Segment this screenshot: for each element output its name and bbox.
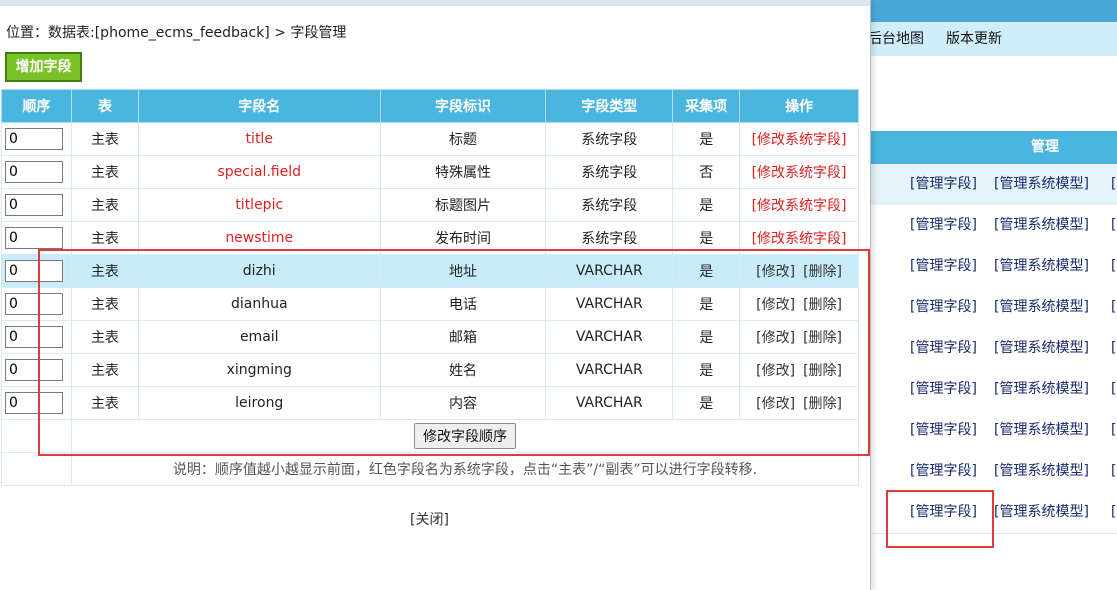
table-row: 主表 title 标题 系统字段 是 [修改系统字段] [1, 122, 859, 156]
manage-system-model-link[interactable]: [管理系统模型] [994, 451, 1089, 492]
order-input[interactable] [5, 161, 63, 183]
table-cell[interactable]: 主表 [70, 155, 139, 189]
field-name-cell: titlepic [137, 188, 381, 222]
manage-field-link[interactable]: [管理字段] [910, 205, 977, 246]
col-field-name: 字段名 [137, 89, 381, 123]
manage-system-model-link[interactable]: [管理系统模型] [994, 369, 1089, 410]
order-cell [1, 155, 72, 189]
table-row: 主表 titlepic 标题图片 系统字段 是 [修改系统字段] [1, 188, 859, 222]
breadcrumb: 位置：数据表:[phome_ecms_feedback] > 字段管理 [6, 25, 347, 41]
background-table-header: 管理 [871, 131, 1117, 164]
col-actions: 操作 [739, 89, 859, 123]
truncated-link[interactable]: [ [1111, 205, 1116, 246]
order-cell [1, 122, 72, 156]
table-cell[interactable]: 主表 [70, 122, 139, 156]
manage-system-model-link[interactable]: [管理系统模型] [994, 492, 1089, 533]
background-row: [管理字段] [管理系统模型] [ [871, 205, 1117, 247]
manage-field-link[interactable]: [管理字段] [910, 246, 977, 287]
collect-cell: 是 [672, 122, 741, 156]
table-cell[interactable]: 主表 [70, 188, 139, 222]
manage-field-link[interactable]: [管理字段] [910, 410, 977, 451]
background-row: [管理字段] [管理系统模型] [ [871, 164, 1117, 206]
highlight-box-manage-field [886, 490, 994, 548]
field-type-cell: 系统字段 [545, 188, 674, 222]
field-label-cell: 标题 [379, 122, 547, 156]
manage-system-model-link[interactable]: [管理系统模型] [994, 410, 1089, 451]
field-label-cell: 特殊属性 [379, 155, 547, 189]
field-name-cell: title [137, 122, 381, 156]
truncated-link[interactable]: [ [1111, 410, 1116, 451]
edit-system-field-link[interactable]: [修改系统字段] [752, 231, 847, 247]
manage-system-model-link[interactable]: [管理系统模型] [994, 164, 1089, 205]
add-field-button[interactable]: 增加字段 [5, 52, 82, 82]
order-input[interactable] [5, 128, 63, 150]
manage-system-model-link[interactable]: [管理系统模型] [994, 287, 1089, 328]
truncated-link[interactable]: [ [1111, 369, 1116, 410]
edit-system-field-link[interactable]: [修改系统字段] [752, 198, 847, 214]
col-field-type: 字段类型 [545, 89, 674, 123]
col-table: 表 [70, 89, 139, 123]
table-row: 主表 special.field 特殊属性 系统字段 否 [修改系统字段] [1, 155, 859, 189]
truncated-link[interactable]: [ [1111, 287, 1116, 328]
edit-system-field-link[interactable]: [修改系统字段] [752, 132, 847, 148]
menu-version-update[interactable]: 版本更新 [946, 22, 1002, 56]
manage-field-link[interactable]: [管理字段] [910, 451, 977, 492]
manage-field-link[interactable]: [管理字段] [910, 164, 977, 205]
truncated-link[interactable]: [ [1111, 328, 1116, 369]
col-collect: 采集项 [672, 89, 741, 123]
background-row: [管理字段] [管理系统模型] [ [871, 410, 1117, 452]
manage-system-model-link[interactable]: [管理系统模型] [994, 205, 1089, 246]
truncated-link[interactable]: [ [1111, 492, 1116, 533]
table-header-row: 顺序 表 字段名 字段标识 字段类型 采集项 操作 [1, 89, 859, 123]
order-input[interactable] [5, 194, 63, 216]
col-order: 顺序 [1, 89, 72, 123]
order-cell [1, 188, 72, 222]
order-input[interactable] [5, 227, 63, 249]
actions-cell: [修改系统字段] [739, 122, 859, 156]
background-row: [管理字段] [管理系统模型] [ [871, 287, 1117, 329]
field-label-cell: 标题图片 [379, 188, 547, 222]
note-text: 说明：顺序值越小越显示前面，红色字段名为系统字段，点击“主表”/“副表”可以进行… [70, 452, 860, 486]
menu-sitemap[interactable]: 后台地图 [868, 22, 924, 56]
background-row: [管理字段] [管理系统模型] [ [871, 451, 1117, 493]
field-name-cell: special.field [137, 155, 381, 189]
truncated-link[interactable]: [ [1111, 246, 1116, 287]
note-row: 说明：顺序值越小越显示前面，红色字段名为系统字段，点击“主表”/“副表”可以进行… [1, 452, 860, 486]
manage-field-link[interactable]: [管理字段] [910, 328, 977, 369]
actions-cell: [修改系统字段] [739, 155, 859, 189]
background-row: [管理字段] [管理系统模型] [ [871, 328, 1117, 370]
background-row: [管理字段] [管理系统模型] [ [871, 369, 1117, 411]
actions-cell: [修改系统字段] [739, 188, 859, 222]
background-row: [管理字段] [管理系统模型] [ [871, 246, 1117, 288]
popup-top-border [0, 0, 870, 6]
collect-cell: 是 [672, 188, 741, 222]
empty-cell [1, 452, 72, 486]
truncated-link[interactable]: [ [1111, 451, 1116, 492]
header-manage: 管理 [1031, 139, 1059, 155]
manage-system-model-link[interactable]: [管理系统模型] [994, 328, 1089, 369]
manage-system-model-link[interactable]: [管理系统模型] [994, 246, 1089, 287]
col-field-label: 字段标识 [379, 89, 547, 123]
close-link[interactable]: [关闭] [410, 509, 449, 529]
field-type-cell: 系统字段 [545, 122, 674, 156]
manage-field-link[interactable]: [管理字段] [910, 369, 977, 410]
edit-system-field-link[interactable]: [修改系统字段] [752, 165, 847, 181]
manage-field-link[interactable]: [管理字段] [910, 287, 977, 328]
field-type-cell: 系统字段 [545, 155, 674, 189]
collect-cell: 否 [672, 155, 741, 189]
truncated-link[interactable]: [ [1111, 164, 1116, 205]
highlight-box-custom-fields [38, 249, 870, 456]
